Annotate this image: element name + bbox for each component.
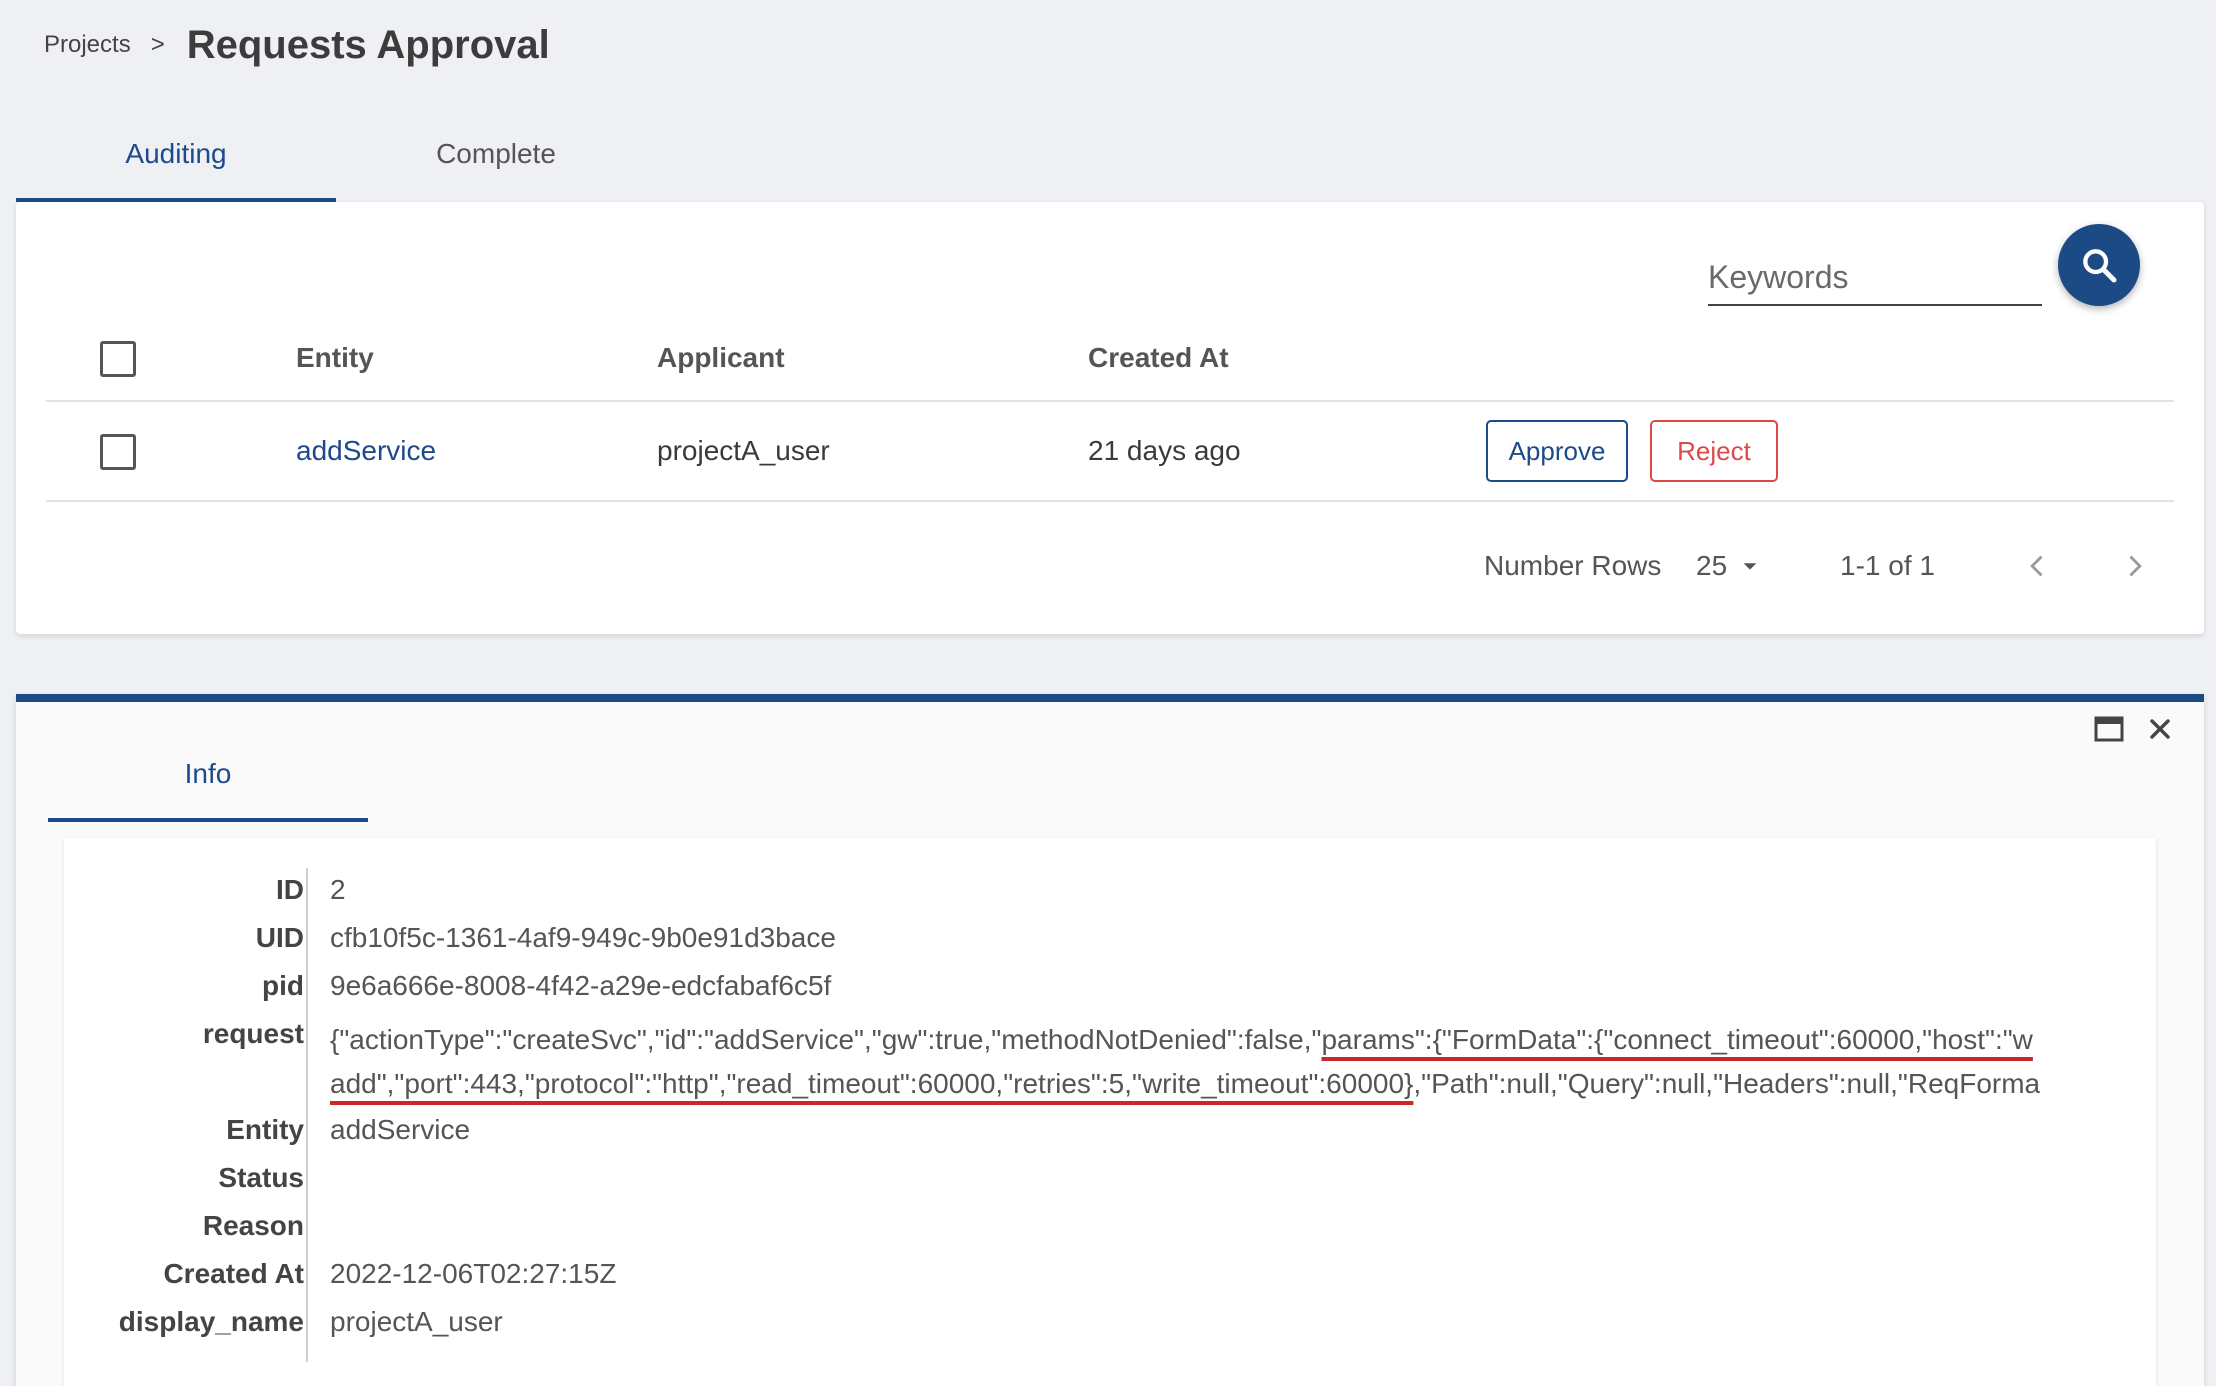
field-label: pid <box>262 970 304 1001</box>
request-json: {"actionType":"createSvc","id":"addServi… <box>330 1018 2156 1106</box>
row-checkbox[interactable] <box>100 434 136 470</box>
field-reason: Reason <box>64 1204 2156 1252</box>
page-title: Requests Approval <box>186 22 550 67</box>
breadcrumb-separator: > <box>150 31 165 58</box>
close-icon[interactable] <box>2148 717 2172 741</box>
field-label: ID <box>276 874 304 905</box>
chevron-down-icon <box>1739 555 1761 577</box>
field-uid: UID cfb10f5c-1361-4af9-949c-9b0e91d3bace <box>64 916 2156 964</box>
field-display-name: display_name projectA_user <box>64 1300 2156 1348</box>
field-id: ID 2 <box>64 868 2156 916</box>
table-row[interactable]: addService projectA_user 21 days ago App… <box>46 402 2174 502</box>
detail-panel: Info ID 2 UID cfb10f5c-1361-4af9-949c-9b… <box>16 694 2204 1386</box>
field-label: display_name <box>118 1306 304 1337</box>
select-all-checkbox[interactable] <box>100 341 136 377</box>
field-label: request <box>202 1018 304 1049</box>
breadcrumb: Projects > Requests Approval <box>44 20 550 70</box>
field-label: UID <box>255 922 304 953</box>
reject-button[interactable]: Reject <box>1650 420 1778 482</box>
field-value: addService <box>330 1114 471 1145</box>
info-details: ID 2 UID cfb10f5c-1361-4af9-949c-9b0e91d… <box>64 838 2156 1386</box>
field-value: 2 <box>330 874 346 905</box>
request-line-1: {"actionType":"createSvc","id":"addServi… <box>330 1018 2156 1062</box>
rows-per-page-value: 25 <box>1696 550 1728 581</box>
previous-page-button[interactable] <box>2024 552 2052 580</box>
entity-link[interactable]: addService <box>296 435 436 467</box>
pagination-range: 1-1 of 1 <box>1840 550 1935 581</box>
maximize-icon[interactable] <box>2094 716 2124 742</box>
search-icon <box>2079 245 2119 285</box>
field-label: Created At <box>163 1258 304 1289</box>
field-label: Status <box>218 1162 304 1193</box>
tab-complete[interactable]: Complete <box>336 118 656 202</box>
column-header-created-at[interactable]: Created At <box>1088 342 1229 374</box>
field-value: 2022-12-06T02:27:15Z <box>330 1258 617 1289</box>
request-highlight: params":{"FormData":{"connect_timeout":6… <box>1321 1024 2033 1055</box>
search-input[interactable] <box>1708 250 2042 304</box>
field-entity: Entity addService <box>64 1108 2156 1156</box>
request-text: {"actionType":"createSvc","id":"addServi… <box>330 1024 1322 1055</box>
chevron-right-icon <box>2120 552 2148 580</box>
status-tabs: Auditing Complete <box>16 118 656 202</box>
field-pid: pid 9e6a666e-8008-4f42-a29e-edcfabaf6c5f <box>64 964 2156 1012</box>
field-label: Reason <box>202 1210 304 1241</box>
search-button[interactable] <box>2058 224 2140 306</box>
field-created-at: Created At 2022-12-06T02:27:15Z <box>64 1252 2156 1300</box>
panel-controls <box>2094 716 2172 742</box>
rows-per-page-select[interactable]: 25 <box>1696 550 1761 582</box>
field-value: projectA_user <box>330 1306 503 1337</box>
column-header-entity[interactable]: Entity <box>296 342 374 374</box>
field-label: Entity <box>226 1114 304 1145</box>
request-text: ,"Path":null,"Query":null,"Headers":null… <box>1413 1068 2041 1099</box>
field-value: cfb10f5c-1361-4af9-949c-9b0e91d3bace <box>330 922 836 953</box>
tab-info[interactable]: Info <box>48 732 368 822</box>
request-highlight: add","port":443,"protocol":"http","read_… <box>330 1068 1414 1099</box>
column-header-applicant[interactable]: Applicant <box>657 342 785 374</box>
field-request: request {"actionType":"createSvc","id":"… <box>64 1012 2156 1104</box>
search-field <box>1708 250 2042 306</box>
field-value: 9e6a666e-8008-4f42-a29e-edcfabaf6c5f <box>330 970 832 1001</box>
table-header: Entity Applicant Created At <box>46 316 2174 402</box>
request-line-2: add","port":443,"protocol":"http","read_… <box>330 1062 2156 1106</box>
rows-per-page-label: Number Rows <box>1484 550 1662 581</box>
field-status: Status <box>64 1156 2156 1204</box>
requests-card: Entity Applicant Created At addService p… <box>16 202 2204 634</box>
tab-auditing[interactable]: Auditing <box>16 118 336 202</box>
applicant-cell: projectA_user <box>657 435 830 466</box>
next-page-button[interactable] <box>2120 552 2148 580</box>
created-at-cell: 21 days ago <box>1088 435 1241 466</box>
breadcrumb-projects-link[interactable]: Projects <box>44 31 131 59</box>
chevron-left-icon <box>2024 552 2052 580</box>
approve-button[interactable]: Approve <box>1486 420 1628 482</box>
